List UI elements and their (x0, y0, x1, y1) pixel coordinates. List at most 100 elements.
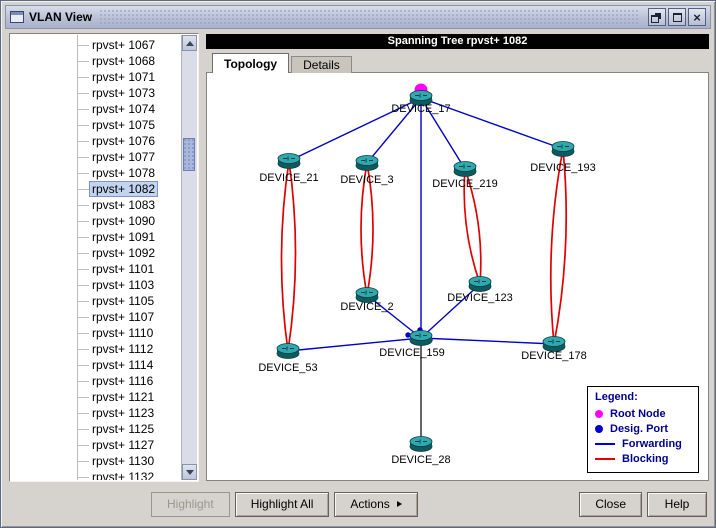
tree-item[interactable]: rpvst+ 1083 (11, 197, 181, 213)
vlan-tree-panel: rpvst+ 1067rpvst+ 1068rpvst+ 1071rpvst+ … (9, 33, 199, 482)
tab-row: TopologyDetails (212, 53, 352, 73)
tree-item[interactable]: rpvst+ 1132 (11, 469, 181, 480)
tree-connector (77, 429, 89, 430)
tree-item[interactable]: rpvst+ 1073 (11, 85, 181, 101)
close-button[interactable]: Close (579, 492, 642, 517)
tree-item-label: rpvst+ 1082 (90, 182, 157, 196)
tree-item-label: rpvst+ 1077 (90, 150, 157, 164)
tree-scrollbar[interactable] (181, 35, 197, 480)
highlight-button[interactable]: Highlight (151, 492, 230, 517)
tree-connector (77, 189, 89, 190)
tree-connector (77, 301, 89, 302)
tree-item[interactable]: rpvst+ 1077 (11, 149, 181, 165)
tree-item[interactable]: rpvst+ 1130 (11, 453, 181, 469)
tree-item[interactable]: rpvst+ 1082 (11, 181, 181, 197)
tree-item-label: rpvst+ 1112 (90, 342, 155, 356)
device-node[interactable]: DEVICE_3 (340, 156, 393, 187)
tree-item-label: rpvst+ 1083 (90, 198, 157, 212)
tree-item-label: rpvst+ 1091 (90, 230, 157, 244)
tree-connector (77, 45, 89, 46)
device-node[interactable]: DEVICE_17 (391, 84, 450, 116)
tree-connector (77, 285, 89, 286)
router-icon (454, 162, 476, 177)
highlight-all-button[interactable]: Highlight All (235, 492, 330, 517)
device-label: DEVICE_53 (258, 362, 317, 374)
tree-item[interactable]: rpvst+ 1123 (11, 405, 181, 421)
close-window-button[interactable]: × (688, 8, 706, 26)
tree-item[interactable]: rpvst+ 1090 (11, 213, 181, 229)
tree-item[interactable]: rpvst+ 1112 (11, 341, 181, 357)
tree-connector (77, 109, 89, 110)
device-node[interactable]: DEVICE_219 (432, 162, 497, 191)
titlebar[interactable]: VLAN View × (5, 5, 711, 29)
help-button[interactable]: Help (647, 492, 707, 517)
scrollbar-thumb[interactable] (183, 138, 195, 171)
scrollbar-track[interactable] (182, 51, 197, 464)
window-icon (10, 11, 24, 23)
device-node[interactable]: DEVICE_2 (340, 288, 393, 314)
tree-item[interactable]: rpvst+ 1105 (11, 293, 181, 309)
device-node[interactable]: DEVICE_21 (259, 154, 318, 185)
legend-item: Desig. Port (595, 421, 691, 436)
maximize-button[interactable] (668, 8, 686, 26)
tree-item[interactable]: rpvst+ 1074 (11, 101, 181, 117)
tree-item[interactable]: rpvst+ 1110 (11, 325, 181, 341)
device-label: DEVICE_123 (447, 292, 512, 304)
legend-title: Legend: (595, 391, 691, 403)
device-node[interactable]: DEVICE_159 (379, 331, 444, 360)
router-icon (410, 331, 432, 346)
menu-arrow-icon (397, 501, 402, 507)
tree-item[interactable]: rpvst+ 1091 (11, 229, 181, 245)
device-node[interactable]: DEVICE_53 (258, 344, 317, 375)
tree-item-label: rpvst+ 1116 (90, 374, 155, 388)
device-node[interactable]: DEVICE_178 (521, 337, 586, 363)
tree-item[interactable]: rpvst+ 1092 (11, 245, 181, 261)
scroll-up-button[interactable] (182, 35, 197, 51)
tree-item-label: rpvst+ 1125 (90, 422, 156, 436)
minimize-button[interactable] (648, 8, 666, 26)
actions-button[interactable]: Actions (334, 492, 417, 517)
down-arrow-icon (186, 470, 194, 475)
tab-topology[interactable]: Topology (212, 53, 289, 73)
tree-item-label: rpvst+ 1090 (90, 214, 157, 228)
tree-item-label: rpvst+ 1092 (90, 246, 157, 260)
tree-item-label: rpvst+ 1114 (90, 358, 155, 372)
device-node[interactable]: DEVICE_123 (447, 277, 512, 305)
tree-item[interactable]: rpvst+ 1125 (11, 421, 181, 437)
panel-header: Spanning Tree rpvst+ 1082 (206, 34, 709, 49)
scroll-down-button[interactable] (182, 464, 197, 480)
tree-item-label: rpvst+ 1074 (90, 102, 157, 116)
router-icon (356, 156, 378, 171)
legend-label: Forwarding (622, 438, 682, 450)
up-arrow-icon (186, 41, 194, 46)
tree-item[interactable]: rpvst+ 1114 (11, 357, 181, 373)
device-label: DEVICE_219 (432, 178, 497, 190)
edge-blocking (551, 149, 566, 344)
tree-item[interactable]: rpvst+ 1101 (11, 261, 181, 277)
tree-item[interactable]: rpvst+ 1076 (11, 133, 181, 149)
tree-item[interactable]: rpvst+ 1116 (11, 373, 181, 389)
legend: Legend: Root NodeDesig. PortForwardingBl… (587, 386, 699, 473)
tree-connector (77, 445, 89, 446)
legend-item: Root Node (595, 406, 691, 421)
spanning-tree-panel: Spanning Tree rpvst+ 1082 TopologyDetail… (204, 33, 711, 482)
tree-item-label: rpvst+ 1068 (90, 54, 157, 68)
tab-details[interactable]: Details (291, 56, 352, 73)
tree-item-label: rpvst+ 1073 (90, 86, 157, 100)
device-node[interactable]: DEVICE_28 (391, 437, 450, 467)
tree-item[interactable]: rpvst+ 1071 (11, 69, 181, 85)
tree-item[interactable]: rpvst+ 1103 (11, 277, 181, 293)
tree-item[interactable]: rpvst+ 1127 (11, 437, 181, 453)
topology-area: DEVICE_17 DEVICE_21 DEVICE_3 DEVICE_219 DEVI… (206, 72, 709, 481)
legend-item: Forwarding (595, 436, 691, 451)
tree-item[interactable]: rpvst+ 1068 (11, 53, 181, 69)
device-label: DEVICE_193 (530, 162, 595, 174)
button-label: Actions (350, 497, 389, 511)
tree-item[interactable]: rpvst+ 1075 (11, 117, 181, 133)
tree-connector (77, 221, 89, 222)
tree-item[interactable]: rpvst+ 1078 (11, 165, 181, 181)
tree-item[interactable]: rpvst+ 1121 (11, 389, 181, 405)
device-label: DEVICE_159 (379, 347, 444, 359)
tree-item[interactable]: rpvst+ 1107 (11, 309, 181, 325)
tree-item[interactable]: rpvst+ 1067 (11, 37, 181, 53)
